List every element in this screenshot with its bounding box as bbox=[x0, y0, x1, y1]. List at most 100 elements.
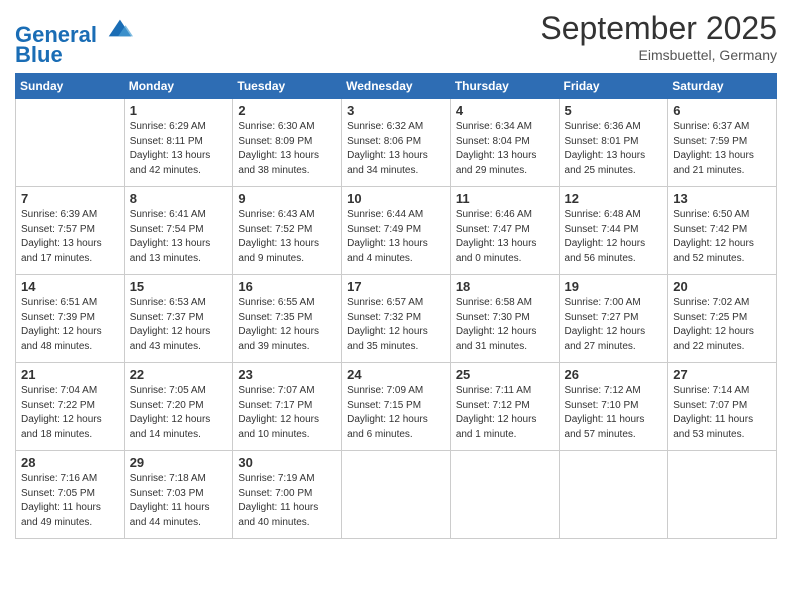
calendar-week-4: 21Sunrise: 7:04 AMSunset: 7:22 PMDayligh… bbox=[16, 363, 777, 451]
calendar-cell: 16 Sunrise: 6:55 AMSunset: 7:35 PMDayligh… bbox=[233, 275, 342, 363]
day-number: 25 bbox=[456, 367, 554, 382]
calendar-cell: 17 Sunrise: 6:57 AMSunset: 7:32 PMDayligh… bbox=[342, 275, 451, 363]
calendar-cell: 29 Sunrise: 7:18 AMSunset: 7:03 PMDayligh… bbox=[124, 451, 233, 539]
calendar-cell bbox=[668, 451, 777, 539]
day-number: 26 bbox=[565, 367, 663, 382]
day-number: 15 bbox=[130, 279, 228, 294]
calendar-cell: 11Sunrise: 6:46 AMSunset: 7:47 PMDayligh… bbox=[450, 187, 559, 275]
cell-content: Sunrise: 6:50 AMSunset: 7:42 PMDaylight:… bbox=[673, 208, 771, 266]
cell-content: Sunrise: 6:41 AMSunset: 7:54 PMDaylight:… bbox=[130, 208, 228, 266]
cell-content: Sunrise: 7:07 AMSunset: 7:17 PMDaylight:… bbox=[238, 384, 336, 442]
calendar-cell bbox=[559, 451, 668, 539]
calendar-cell: 4 Sunrise: 6:34 AMSunset: 8:04 PMDaylight… bbox=[450, 99, 559, 187]
calendar-cell: 2 Sunrise: 6:30 AMSunset: 8:09 PMDaylight… bbox=[233, 99, 342, 187]
day-number: 23 bbox=[238, 367, 336, 382]
cell-content: Sunrise: 6:55 AMSunset: 7:35 PMDaylight:… bbox=[238, 296, 336, 354]
day-number: 21 bbox=[21, 367, 119, 382]
cell-content: Sunrise: 6:32 AMSunset: 8:06 PMDaylight:… bbox=[347, 120, 445, 178]
day-number: 5 bbox=[565, 103, 663, 118]
day-header-sunday: Sunday bbox=[16, 74, 125, 99]
calendar-cell: 3Sunrise: 6:32 AMSunset: 8:06 PMDaylight… bbox=[342, 99, 451, 187]
calendar-cell: 9Sunrise: 6:43 AMSunset: 7:52 PMDaylight… bbox=[233, 187, 342, 275]
day-number: 11 bbox=[456, 191, 554, 206]
day-number: 1 bbox=[130, 103, 228, 118]
calendar-cell: 19 Sunrise: 7:00 AMSunset: 7:27 PMDayligh… bbox=[559, 275, 668, 363]
calendar-cell: 28Sunrise: 7:16 AMSunset: 7:05 PMDayligh… bbox=[16, 451, 125, 539]
day-number: 8 bbox=[130, 191, 228, 206]
cell-content: Sunrise: 6:37 AMSunset: 7:59 PMDaylight:… bbox=[673, 120, 771, 178]
cell-content: Sunrise: 7:05 AMSunset: 7:20 PMDaylight:… bbox=[130, 384, 228, 442]
day-header-thursday: Thursday bbox=[450, 74, 559, 99]
calendar-week-2: 7Sunrise: 6:39 AMSunset: 7:57 PMDaylight… bbox=[16, 187, 777, 275]
calendar-cell: 18 Sunrise: 6:58 AMSunset: 7:30 PMDayligh… bbox=[450, 275, 559, 363]
logo-icon bbox=[105, 14, 133, 42]
cell-content: Sunrise: 6:34 AMSunset: 8:04 PMDaylight:… bbox=[456, 120, 554, 178]
calendar-cell: 14 Sunrise: 6:51 AMSunset: 7:39 PMDayligh… bbox=[16, 275, 125, 363]
day-number: 20 bbox=[673, 279, 771, 294]
calendar-cell bbox=[450, 451, 559, 539]
day-header-tuesday: Tuesday bbox=[233, 74, 342, 99]
calendar-cell: 15 Sunrise: 6:53 AMSunset: 7:37 PMDayligh… bbox=[124, 275, 233, 363]
calendar-cell: 8 Sunrise: 6:41 AMSunset: 7:54 PMDaylight… bbox=[124, 187, 233, 275]
calendar-week-5: 28Sunrise: 7:16 AMSunset: 7:05 PMDayligh… bbox=[16, 451, 777, 539]
day-header-monday: Monday bbox=[124, 74, 233, 99]
day-number: 19 bbox=[565, 279, 663, 294]
day-number: 6 bbox=[673, 103, 771, 118]
location: Eimsbuettel, Germany bbox=[540, 47, 777, 63]
calendar-cell: 12 Sunrise: 6:48 AMSunset: 7:44 PMDayligh… bbox=[559, 187, 668, 275]
cell-content: Sunrise: 7:12 AMSunset: 7:10 PMDaylight:… bbox=[565, 384, 663, 442]
day-number: 29 bbox=[130, 455, 228, 470]
day-number: 7 bbox=[21, 191, 119, 206]
day-number: 27 bbox=[673, 367, 771, 382]
calendar-cell: 13 Sunrise: 6:50 AMSunset: 7:42 PMDayligh… bbox=[668, 187, 777, 275]
cell-content: Sunrise: 6:48 AMSunset: 7:44 PMDaylight:… bbox=[565, 208, 663, 266]
day-number: 14 bbox=[21, 279, 119, 294]
cell-content: Sunrise: 6:51 AMSunset: 7:39 PMDaylight:… bbox=[21, 296, 119, 354]
cell-content: Sunrise: 6:29 AMSunset: 8:11 PMDaylight:… bbox=[130, 120, 228, 178]
day-number: 12 bbox=[565, 191, 663, 206]
calendar-cell: 23 Sunrise: 7:07 AMSunset: 7:17 PMDayligh… bbox=[233, 363, 342, 451]
calendar-body: 1 Sunrise: 6:29 AMSunset: 8:11 PMDaylight… bbox=[16, 99, 777, 539]
day-number: 13 bbox=[673, 191, 771, 206]
day-number: 10 bbox=[347, 191, 445, 206]
calendar-cell: 22 Sunrise: 7:05 AMSunset: 7:20 PMDayligh… bbox=[124, 363, 233, 451]
header: General Blue September 2025 Eimsbuettel,… bbox=[15, 10, 777, 67]
calendar-cell: 24 Sunrise: 7:09 AMSunset: 7:15 PMDayligh… bbox=[342, 363, 451, 451]
day-number: 24 bbox=[347, 367, 445, 382]
day-number: 2 bbox=[238, 103, 336, 118]
cell-content: Sunrise: 7:09 AMSunset: 7:15 PMDaylight:… bbox=[347, 384, 445, 442]
calendar-header-row: SundayMondayTuesdayWednesdayThursdayFrid… bbox=[16, 74, 777, 99]
cell-content: Sunrise: 6:43 AMSunset: 7:52 PMDaylight:… bbox=[238, 208, 336, 266]
day-number: 16 bbox=[238, 279, 336, 294]
calendar-cell: 25Sunrise: 7:11 AMSunset: 7:12 PMDayligh… bbox=[450, 363, 559, 451]
calendar-cell: 30Sunrise: 7:19 AMSunset: 7:00 PMDayligh… bbox=[233, 451, 342, 539]
day-header-wednesday: Wednesday bbox=[342, 74, 451, 99]
calendar-cell: 7Sunrise: 6:39 AMSunset: 7:57 PMDaylight… bbox=[16, 187, 125, 275]
day-number: 17 bbox=[347, 279, 445, 294]
cell-content: Sunrise: 7:00 AMSunset: 7:27 PMDaylight:… bbox=[565, 296, 663, 354]
calendar-cell bbox=[342, 451, 451, 539]
calendar-cell: 27 Sunrise: 7:14 AMSunset: 7:07 PMDayligh… bbox=[668, 363, 777, 451]
month-title: September 2025 bbox=[540, 10, 777, 47]
calendar-cell: 5 Sunrise: 6:36 AMSunset: 8:01 PMDaylight… bbox=[559, 99, 668, 187]
day-header-friday: Friday bbox=[559, 74, 668, 99]
calendar-cell: 20Sunrise: 7:02 AMSunset: 7:25 PMDayligh… bbox=[668, 275, 777, 363]
cell-content: Sunrise: 7:18 AMSunset: 7:03 PMDaylight:… bbox=[130, 472, 228, 530]
day-number: 4 bbox=[456, 103, 554, 118]
cell-content: Sunrise: 6:44 AMSunset: 7:49 PMDaylight:… bbox=[347, 208, 445, 266]
cell-content: Sunrise: 7:16 AMSunset: 7:05 PMDaylight:… bbox=[21, 472, 119, 530]
cell-content: Sunrise: 6:36 AMSunset: 8:01 PMDaylight:… bbox=[565, 120, 663, 178]
cell-content: Sunrise: 6:58 AMSunset: 7:30 PMDaylight:… bbox=[456, 296, 554, 354]
cell-content: Sunrise: 6:30 AMSunset: 8:09 PMDaylight:… bbox=[238, 120, 336, 178]
calendar-week-1: 1 Sunrise: 6:29 AMSunset: 8:11 PMDaylight… bbox=[16, 99, 777, 187]
cell-content: Sunrise: 7:14 AMSunset: 7:07 PMDaylight:… bbox=[673, 384, 771, 442]
cell-content: Sunrise: 7:19 AMSunset: 7:00 PMDaylight:… bbox=[238, 472, 336, 530]
cell-content: Sunrise: 6:57 AMSunset: 7:32 PMDaylight:… bbox=[347, 296, 445, 354]
calendar-cell: 1 Sunrise: 6:29 AMSunset: 8:11 PMDaylight… bbox=[124, 99, 233, 187]
calendar-cell bbox=[16, 99, 125, 187]
logo: General Blue bbox=[15, 14, 135, 67]
day-number: 22 bbox=[130, 367, 228, 382]
cell-content: Sunrise: 6:53 AMSunset: 7:37 PMDaylight:… bbox=[130, 296, 228, 354]
day-number: 18 bbox=[456, 279, 554, 294]
day-header-saturday: Saturday bbox=[668, 74, 777, 99]
